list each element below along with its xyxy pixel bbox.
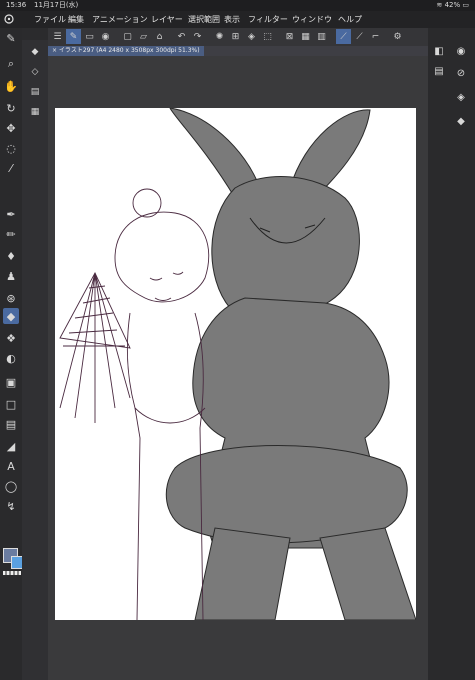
transparent-color-swatch[interactable]: [3, 571, 21, 575]
pencil-icon[interactable]: ✏: [3, 226, 19, 242]
transform-icon[interactable]: ⬚: [260, 29, 275, 44]
sub-tool-palette: ◆ ◇ ▤ ▦: [22, 40, 48, 680]
layer-icon[interactable]: ▤: [26, 84, 44, 100]
new-icon[interactable]: ▢: [120, 29, 135, 44]
redo-icon[interactable]: ↷: [190, 29, 205, 44]
eyedropper-icon[interactable]: ⁄: [3, 160, 19, 176]
decoration-icon[interactable]: ⊛: [3, 290, 19, 306]
fill-icon[interactable]: ◐: [3, 350, 19, 366]
canvas-tab-bar: × イラスト297 (A4 2480 x 3508px 300dpi 51.3%…: [48, 46, 428, 56]
fill-icon[interactable]: ◈: [452, 88, 470, 106]
blend-icon[interactable]: ❖: [3, 330, 19, 346]
brush-icon[interactable]: ♦: [3, 248, 19, 264]
menu-bar: ファイル 編集 アニメーション レイヤー 選択範囲 表示 フィルター ウィンドウ…: [0, 11, 475, 28]
selection-icon[interactable]: ▭: [82, 29, 97, 44]
search-icon[interactable]: ⌕: [3, 56, 19, 72]
status-date: 11月17日(水): [34, 1, 79, 9]
eraser-icon[interactable]: ◆: [26, 44, 44, 60]
right-panel: ◧ ▤ ◉ ⊘ ◈ ◆: [428, 28, 475, 680]
fill-icon[interactable]: ◈: [244, 29, 259, 44]
balloon-icon[interactable]: ◯: [3, 478, 19, 494]
menu-edit[interactable]: 編集: [68, 11, 84, 28]
text-icon[interactable]: A: [3, 458, 19, 474]
status-time: 15:36: [6, 1, 27, 9]
gradient-icon[interactable]: ▣: [3, 374, 19, 390]
drawing-canvas[interactable]: [55, 108, 416, 620]
stabilizer-icon[interactable]: ⌐: [368, 29, 383, 44]
open-folder-icon[interactable]: ▱: [136, 29, 151, 44]
smoothing-icon[interactable]: ⟋: [352, 29, 367, 44]
pen-icon[interactable]: ✎: [3, 30, 19, 46]
lasso-icon[interactable]: ◌: [3, 140, 19, 156]
menu-file[interactable]: ファイル: [34, 11, 66, 28]
undo-icon[interactable]: ↶: [174, 29, 189, 44]
menu-layer[interactable]: レイヤー: [151, 11, 183, 28]
menu-selection[interactable]: 選択範囲: [188, 11, 220, 28]
hand-icon[interactable]: ✋: [3, 78, 19, 94]
ruler-icon[interactable]: ◢: [3, 438, 19, 454]
clear-icon[interactable]: ⊠: [282, 29, 297, 44]
loading-icon[interactable]: ✺: [212, 29, 227, 44]
command-bar: ☰ ✎ ▭ ◉ ▢ ▱ ⌂ ↶ ↷ ✺ ⊞ ◈ ⬚ ⊠ ▦ ▥ ⟋ ⟋ ⌐ ⚙: [48, 28, 428, 46]
layer-icon[interactable]: ▥: [314, 29, 329, 44]
airbrush-icon[interactable]: ♟: [3, 268, 19, 284]
correct-line-icon[interactable]: ↯: [3, 498, 19, 514]
layers-stack-icon[interactable]: ◆: [452, 112, 470, 130]
layer-icon[interactable]: ◧: [430, 42, 448, 60]
rotate-view-icon[interactable]: ↻: [3, 100, 19, 116]
figure-icon[interactable]: □: [3, 396, 19, 412]
navigator-icon[interactable]: ⊘: [452, 64, 470, 82]
eraser-icon[interactable]: ◆: [3, 308, 19, 324]
grid-icon[interactable]: ▦: [298, 29, 313, 44]
pen-sync-icon[interactable]: ✎: [66, 29, 81, 44]
menu-animation[interactable]: アニメーション: [92, 11, 148, 28]
menu-icon[interactable]: ☰: [50, 29, 65, 44]
battery-percent: 42%: [444, 1, 461, 9]
frame-icon[interactable]: ▤: [3, 416, 19, 432]
status-bar: 15:36 11月17日(水) ≋ 42% ▭: [0, 0, 475, 11]
move-icon[interactable]: ✥: [3, 120, 19, 136]
save-icon[interactable]: ⌂: [152, 29, 167, 44]
tab-illustration[interactable]: × イラスト297 (A4 2480 x 3508px 300dpi 51.3%…: [48, 46, 204, 56]
menu-filter[interactable]: フィルター: [248, 11, 288, 28]
status-right: ≋ 42% ▭: [436, 0, 469, 11]
menu-help[interactable]: ヘルプ: [338, 11, 362, 28]
eraser-soft-icon[interactable]: ◇: [26, 64, 44, 80]
settings-icon[interactable]: ⚙: [390, 29, 405, 44]
layer-property-icon[interactable]: ◉: [452, 42, 470, 60]
app-logo-icon[interactable]: [4, 14, 14, 24]
artwork: [59, 108, 416, 620]
menu-window[interactable]: ウィンドウ: [292, 11, 332, 28]
tool-icon[interactable]: ◉: [98, 29, 113, 44]
tool-palette: ✎ ⌕ ✋ ↻ ✥ ◌ ⁄ ✒ ✏ ♦ ♟ ⊛ ◆ ❖ ◐ ▣ □ ▤ ◢ A …: [0, 28, 24, 680]
battery-icon: ▭: [462, 1, 469, 9]
menu-view[interactable]: 表示: [224, 11, 240, 28]
property-icon[interactable]: ▤: [430, 62, 448, 80]
ruler-icon[interactable]: ⟋: [336, 29, 351, 44]
crop-icon[interactable]: ⊞: [228, 29, 243, 44]
pen-icon[interactable]: ✒: [3, 206, 19, 222]
settings-icon[interactable]: ▦: [26, 104, 44, 120]
wifi-icon: ≋: [436, 1, 443, 9]
